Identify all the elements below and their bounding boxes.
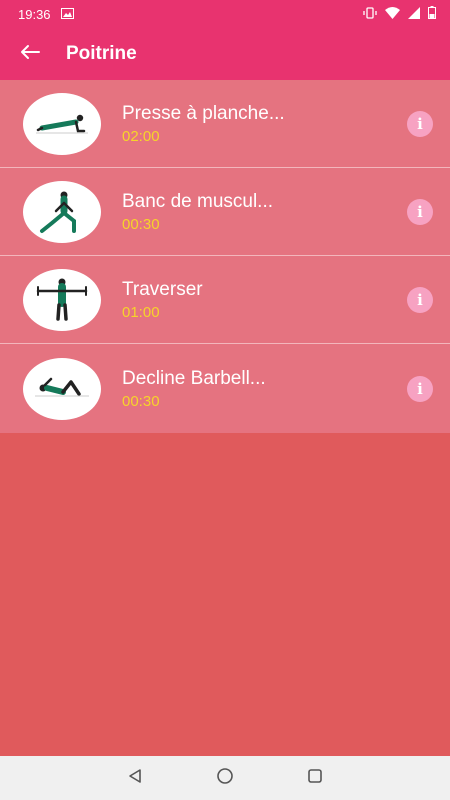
- exercise-name: Decline Barbell...: [122, 367, 266, 389]
- arrow-left-icon: [20, 44, 40, 65]
- arms-extended-figure-icon: [36, 278, 88, 321]
- exercise-row[interactable]: Decline Barbell... 00:30 i: [0, 344, 450, 433]
- nav-back-button[interactable]: [90, 756, 180, 800]
- exercise-row[interactable]: Traverser 01:00 i: [0, 256, 450, 344]
- app-bar: Poitrine: [0, 28, 450, 80]
- exercise-duration: 02:00: [122, 127, 160, 145]
- exercise-list: Presse à planche... 02:00 i Banc de musc…: [0, 80, 450, 433]
- nav-home-button[interactable]: [180, 756, 270, 800]
- exercise-duration: 01:00: [122, 303, 160, 321]
- page-title: Poitrine: [66, 43, 137, 64]
- exercise-thumbnail: [23, 268, 101, 331]
- exercise-thumbnail: [23, 357, 101, 420]
- info-icon[interactable]: i: [407, 375, 433, 402]
- exercise-row[interactable]: Presse à planche... 02:00 i: [0, 80, 450, 168]
- wifi-icon: [385, 6, 400, 22]
- exercise-duration: 00:30: [122, 215, 160, 233]
- info-icon[interactable]: i: [407, 110, 433, 137]
- system-navigation-bar: [0, 756, 450, 800]
- plank-figure-icon: [36, 114, 88, 133]
- circle-home-icon: [216, 767, 234, 790]
- image-notification-icon: [60, 7, 74, 22]
- triangle-back-icon: [127, 768, 143, 789]
- status-bar: 19:36: [0, 0, 450, 28]
- exercise-name: Traverser: [122, 278, 203, 300]
- battery-icon: [428, 6, 436, 22]
- info-icon[interactable]: i: [407, 198, 433, 225]
- status-time: 19:36: [18, 6, 51, 22]
- nav-recents-button[interactable]: [270, 756, 360, 800]
- square-recents-icon: [307, 768, 323, 789]
- exercise-duration: 00:30: [122, 392, 160, 410]
- back-button[interactable]: [0, 28, 60, 80]
- vibrate-icon: [363, 6, 377, 22]
- exercise-row[interactable]: Banc de muscul... 00:30 i: [0, 168, 450, 256]
- info-icon[interactable]: i: [407, 286, 433, 313]
- lying-figure-icon: [35, 377, 89, 396]
- exercise-name: Presse à planche...: [122, 102, 285, 124]
- exercise-name: Banc de muscul...: [122, 190, 274, 212]
- cell-signal-icon: [408, 6, 420, 22]
- lunge-stretch-figure-icon: [40, 191, 76, 233]
- exercise-thumbnail: [23, 92, 101, 155]
- exercise-thumbnail: [23, 180, 101, 243]
